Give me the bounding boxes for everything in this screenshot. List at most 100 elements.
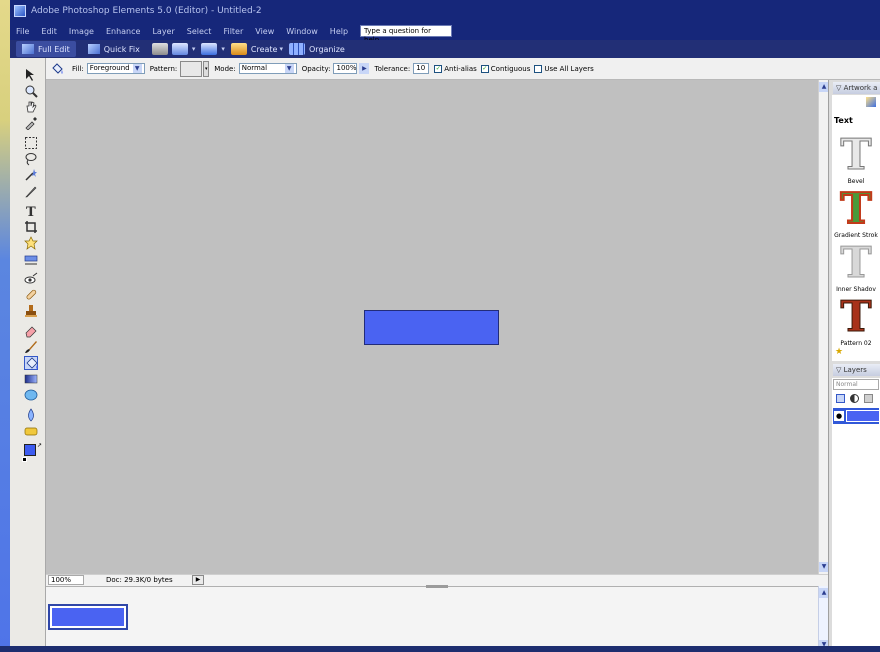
mode-select[interactable]: Normal ▼ (238, 63, 297, 74)
artwork-section-label: Text (834, 116, 853, 125)
crop-tool-icon[interactable] (24, 220, 38, 234)
status-menu-arrow-icon[interactable]: ▶ (192, 575, 204, 585)
menu-image[interactable]: Image (69, 27, 94, 36)
opacity-label: Opacity: (301, 64, 331, 73)
straighten-tool-icon[interactable] (24, 252, 38, 266)
opacity-slider-arrow-icon[interactable]: ▶ (359, 63, 370, 74)
artwork-panel-header[interactable]: ▽ Artwork a (833, 82, 880, 94)
photo-bin-thumbnail[interactable] (48, 604, 128, 630)
eye-visibility-icon[interactable]: ● (834, 411, 844, 421)
help-search-input[interactable]: Type a question for help (360, 25, 453, 44)
menu-select[interactable]: Select (187, 27, 212, 36)
blur-tool-icon[interactable] (24, 408, 38, 422)
selection-brush-tool-icon[interactable] (24, 184, 38, 198)
photo-bin-scrollbar[interactable]: ▲ ▼ (818, 586, 829, 652)
create-icon[interactable] (230, 43, 247, 55)
cookie-cutter-tool-icon[interactable] (24, 236, 38, 250)
organize-button[interactable]: Organize (309, 45, 345, 54)
menu-help[interactable]: Help (330, 27, 348, 36)
full-edit-tab[interactable]: Full Edit (16, 41, 76, 57)
taskbar-strip (0, 646, 880, 652)
eraser-tool-icon[interactable] (24, 324, 38, 338)
healing-brush-tool-icon[interactable] (24, 288, 38, 302)
menu-enhance[interactable]: Enhance (106, 27, 141, 36)
share-icon[interactable] (171, 43, 188, 55)
artwork-panel-title: Artwork a (843, 84, 878, 92)
layers-panel-header[interactable]: ▽ Layers (833, 364, 880, 376)
pattern-dropdown-icon[interactable]: ▾ (203, 60, 210, 77)
thumbnail-image (52, 608, 124, 626)
style-tile-inner-shadow[interactable]: T Inner Shadov (833, 241, 879, 293)
style-tile-bevel[interactable]: T Bevel (833, 130, 879, 185)
menu-file[interactable]: File (16, 27, 29, 36)
eyedropper-tool-icon[interactable] (24, 116, 38, 131)
menu-view[interactable]: View (255, 27, 274, 36)
use-all-layers-checkbox[interactable] (534, 64, 543, 73)
app-icon (14, 5, 26, 17)
fill-select[interactable]: Foreground ▼ (86, 63, 145, 74)
photo-bin-resize-handle[interactable] (426, 585, 448, 588)
print-icon[interactable] (151, 43, 168, 55)
magic-wand-tool-icon[interactable] (24, 168, 38, 182)
window-title: Adobe Photoshop Elements 5.0 (Editor) - … (31, 6, 262, 16)
order-prints-icon[interactable] (201, 43, 218, 55)
sponge-tool-icon[interactable] (24, 424, 38, 438)
opacity-input[interactable]: 100% (333, 63, 358, 74)
move-tool-icon[interactable] (24, 68, 38, 82)
tolerance-input[interactable]: 10 (413, 63, 430, 74)
quick-fix-tab[interactable]: Quick Fix (82, 41, 146, 57)
blue-rectangle-shape[interactable] (364, 310, 499, 345)
organize-icon[interactable] (289, 43, 305, 55)
menu-filter[interactable]: Filter (223, 27, 243, 36)
toolbox: T ↗ (10, 58, 46, 652)
create-button[interactable]: Create (251, 45, 278, 54)
fill-value: Foreground (89, 64, 130, 72)
mode-value: Normal (241, 64, 268, 72)
default-colors-icon[interactable] (22, 457, 27, 462)
canvas-vertical-scrollbar[interactable]: ▲ ▼ (818, 80, 829, 574)
artwork-options-icon[interactable] (866, 97, 876, 107)
swap-colors-icon[interactable]: ↗ (37, 442, 42, 449)
layer-blend-mode-select[interactable]: Normal (833, 379, 879, 390)
full-edit-label: Full Edit (38, 44, 70, 54)
red-eye-tool-icon[interactable] (24, 272, 38, 286)
style-tile-gradient-stroke[interactable]: T Gradient Strok (833, 187, 879, 240)
foreground-color-swatch[interactable] (24, 444, 36, 456)
full-edit-icon (22, 44, 34, 54)
type-tool-icon[interactable]: T (24, 204, 38, 220)
share-dropdown-icon[interactable]: ▾ (192, 45, 196, 53)
zoom-tool-icon[interactable] (24, 84, 38, 98)
paint-bucket-option-icon (50, 62, 64, 76)
new-layer-icon[interactable] (836, 394, 845, 403)
mode-label: Mode: (214, 64, 236, 73)
order-prints-dropdown-icon[interactable]: ▾ (221, 45, 225, 53)
lasso-tool-icon[interactable] (24, 152, 38, 166)
antialias-label: Anti-alias (444, 64, 477, 73)
adjustment-layer-icon[interactable] (850, 394, 859, 403)
marquee-tool-icon[interactable] (24, 136, 38, 150)
menu-layer[interactable]: Layer (152, 27, 174, 36)
layer-thumbnail (846, 410, 880, 422)
layers-panel-title: Layers (843, 366, 867, 374)
tolerance-label: Tolerance: (374, 64, 411, 73)
menu-edit[interactable]: Edit (41, 27, 57, 36)
favorite-star-icon[interactable]: ★ (835, 347, 843, 357)
contiguous-checkbox[interactable]: ✓ (480, 64, 489, 73)
clone-stamp-tool-icon[interactable] (24, 304, 38, 318)
paint-bucket-tool-icon[interactable] (24, 356, 38, 370)
hand-tool-icon[interactable] (24, 100, 38, 114)
quick-fix-icon (87, 44, 100, 54)
brush-tool-icon[interactable] (24, 340, 38, 354)
antialias-checkbox[interactable]: ✓ (434, 64, 443, 73)
menu-window[interactable]: Window (286, 27, 318, 36)
zoom-level-field[interactable]: 100% (48, 575, 84, 585)
shape-tool-icon[interactable] (24, 388, 38, 402)
gradient-tool-icon[interactable] (24, 372, 38, 386)
style-tile-pattern-02[interactable]: T Pattern 02 (833, 295, 879, 347)
lock-layer-icon[interactable] (864, 394, 873, 403)
bevel-preview-icon: T (840, 130, 872, 179)
use-all-layers-label: Use All Layers (544, 64, 594, 73)
create-dropdown-icon[interactable]: ▾ (279, 45, 283, 53)
pattern-swatch[interactable] (180, 60, 203, 77)
quick-fix-label: Quick Fix (103, 44, 140, 54)
